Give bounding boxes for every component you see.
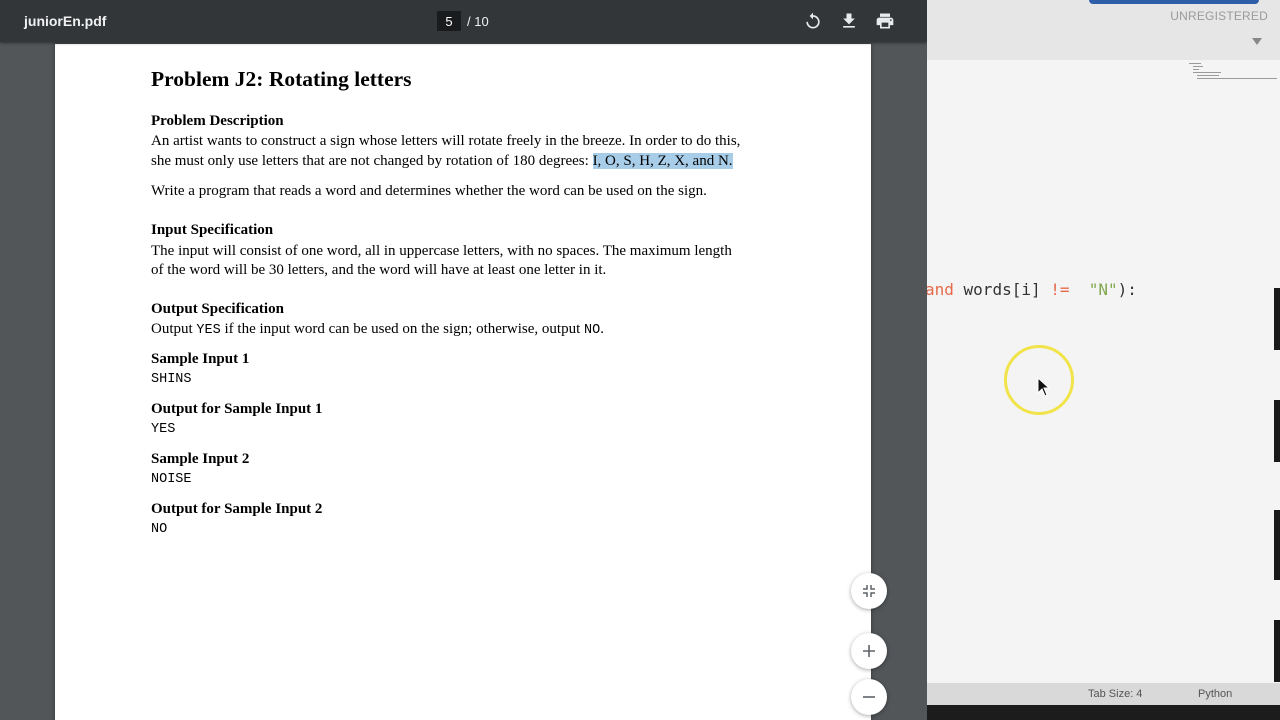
code-operator: != <box>1050 280 1070 299</box>
mouse-pointer-icon <box>1037 377 1051 397</box>
syntax-language-indicator[interactable]: Python <box>1198 688 1232 700</box>
sample-output-2-value: NO <box>151 522 168 537</box>
rotate-icon[interactable] <box>803 11 823 31</box>
pdf-toolbar: juniorEn.pdf / 10 <box>0 0 927 42</box>
tab-dropdown-icon[interactable] <box>1252 38 1262 45</box>
code-editor-window: UNREGISTERED and words[i] != "N"): Tab S… <box>927 0 1280 720</box>
problem-description-heading: Problem Description <box>151 113 284 129</box>
unregistered-label: UNREGISTERED <box>1170 9 1268 23</box>
fit-page-button[interactable] <box>851 573 887 609</box>
zoom-out-icon <box>863 696 875 698</box>
fit-page-icon <box>863 585 875 597</box>
output-spec-suffix: . <box>600 321 604 337</box>
desktop-edge <box>927 705 1280 720</box>
pdf-viewer: juniorEn.pdf / 10 Problem J2: Rotating l… <box>0 0 927 720</box>
sample-input-1-value: SHINS <box>151 372 192 387</box>
pdf-page: Problem J2: Rotating letters Problem Des… <box>55 44 871 720</box>
zoom-in-button[interactable] <box>851 633 887 669</box>
editor-status-bar: Tab Size: 4 Python <box>927 683 1280 705</box>
code-string: "N" <box>1088 280 1118 299</box>
code-gap <box>1070 280 1089 299</box>
description-line-2-text: she must only use letters that are not c… <box>151 153 593 169</box>
sample-output-2-heading: Output for Sample Input 2 <box>151 501 323 517</box>
sample-output-1-value: YES <box>151 422 176 437</box>
output-spec-middle: if the input word can be used on the sig… <box>220 321 585 337</box>
background-window-edge <box>1274 178 1280 698</box>
input-spec-line-2: of the word will be 30 letters, and the … <box>151 262 607 278</box>
code-tail: ): <box>1117 280 1137 299</box>
highlighted-letters: I, O, S, H, Z, X, and N. <box>592 153 733 169</box>
editor-tab-bar: UNREGISTERED <box>927 0 1280 60</box>
editor-text-area[interactable]: and words[i] != "N"): <box>927 60 1280 683</box>
sample-input-1-heading: Sample Input 1 <box>151 351 250 367</box>
download-icon[interactable] <box>839 11 859 31</box>
description-line-1: An artist wants to construct a sign whos… <box>151 133 741 149</box>
sample-input-2-value: NOISE <box>151 472 192 487</box>
zoom-in-icon <box>863 645 875 657</box>
print-icon[interactable] <box>875 11 895 31</box>
output-no-code: NO <box>584 323 601 338</box>
zoom-out-button[interactable] <box>851 679 887 715</box>
output-specification-heading: Output Specification <box>151 301 284 317</box>
input-spec-line-1: The input will consist of one word, all … <box>151 243 732 259</box>
sample-output-1-heading: Output for Sample Input 1 <box>151 401 323 417</box>
description-line-3: Write a program that reads a word and de… <box>151 183 707 199</box>
input-specification-heading: Input Specification <box>151 222 274 238</box>
description-line-2: she must only use letters that are not c… <box>151 151 733 171</box>
code-line[interactable]: and words[i] != "N"): <box>927 280 1137 299</box>
sample-input-2-heading: Sample Input 2 <box>151 451 250 467</box>
page-indicator: / 10 <box>437 10 489 32</box>
output-spec-prefix: Output <box>151 321 197 337</box>
code-expression: words[i] <box>953 280 1051 299</box>
page-number-input[interactable] <box>437 11 461 31</box>
total-pages: / 10 <box>467 13 489 29</box>
problem-title: Problem J2: Rotating letters <box>151 67 412 91</box>
output-spec-line: Output YES if the input word can be used… <box>151 319 604 341</box>
pdf-file-title: juniorEn.pdf <box>24 13 107 29</box>
minimap[interactable] <box>1185 60 1280 90</box>
output-yes-code: YES <box>196 323 221 338</box>
background-window-tab <box>1089 0 1259 4</box>
code-keyword: and <box>927 280 954 299</box>
tab-size-indicator[interactable]: Tab Size: 4 <box>1088 688 1142 700</box>
